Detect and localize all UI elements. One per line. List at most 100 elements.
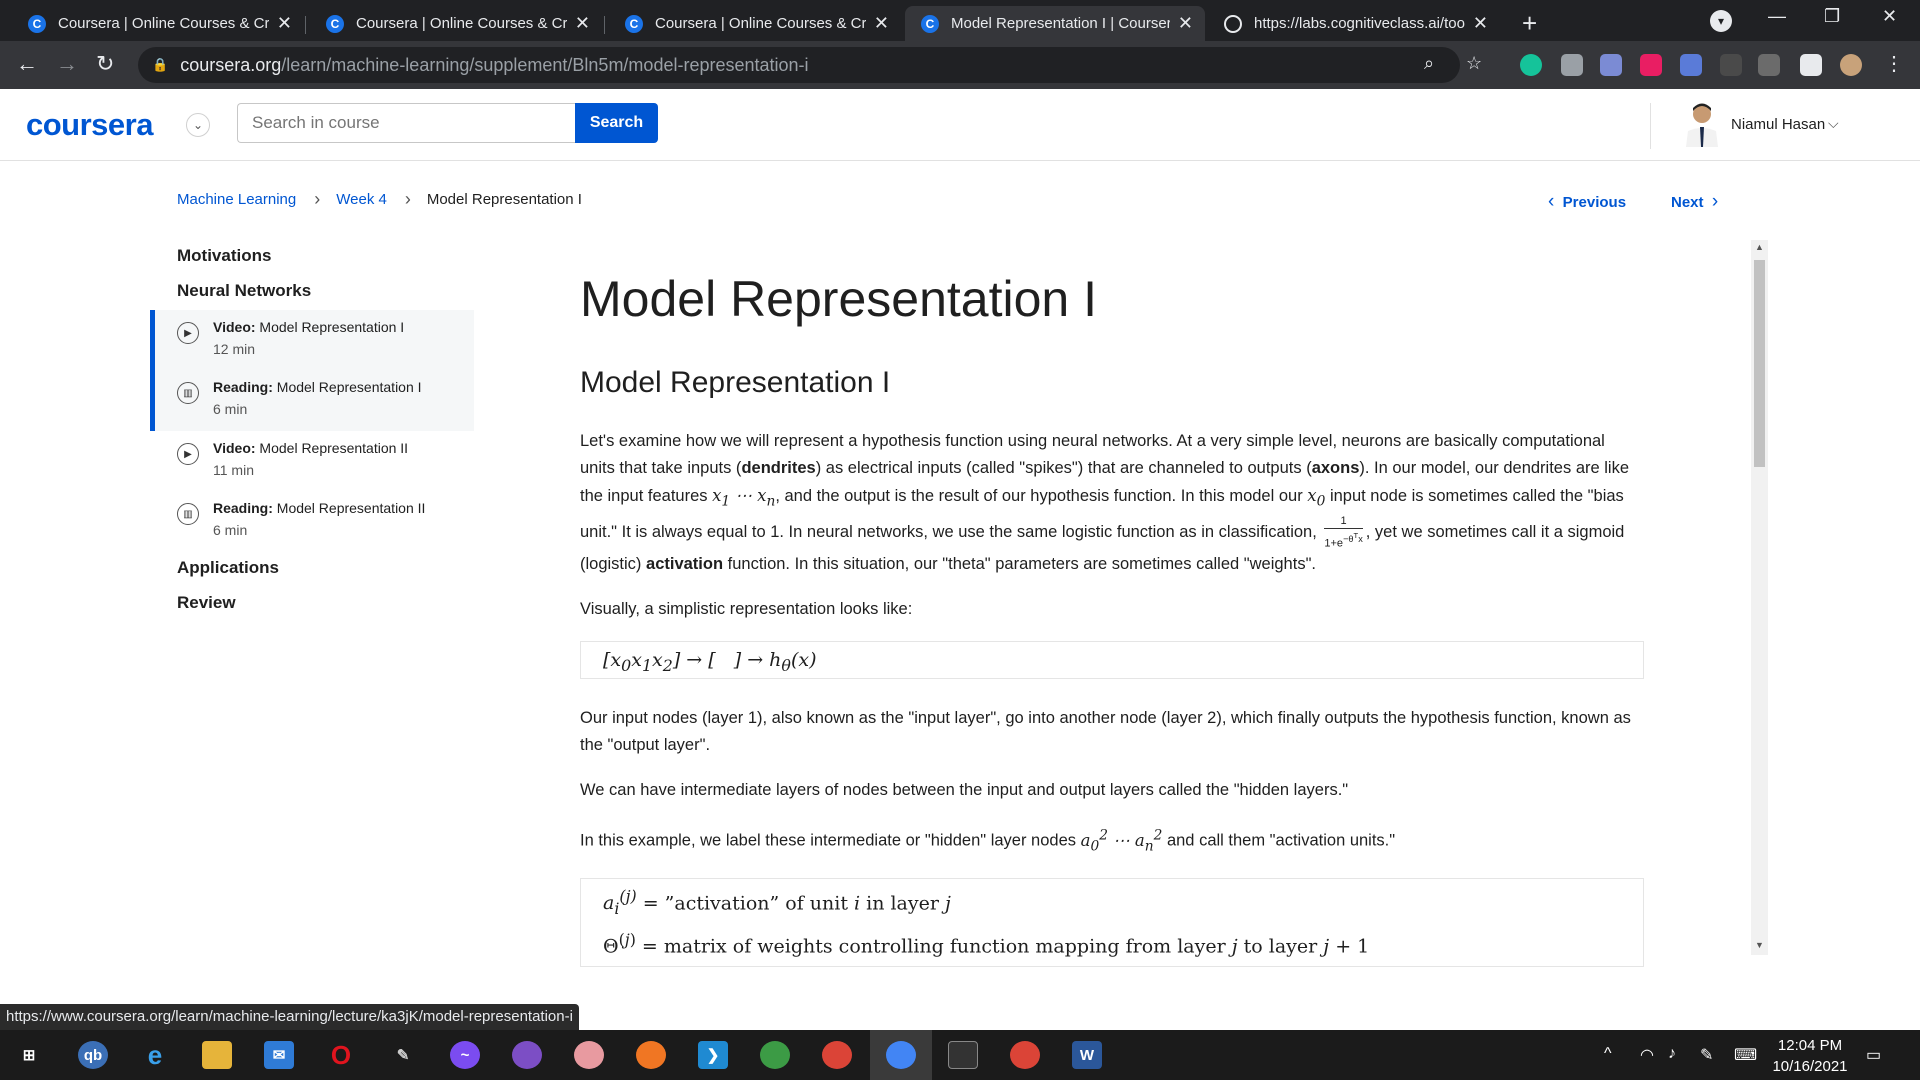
- close-tab-icon[interactable]: ✕: [575, 13, 590, 34]
- user-avatar[interactable]: [1682, 101, 1722, 147]
- browser-tab-2[interactable]: C Coursera | Online Courses & Credential…: [310, 6, 602, 41]
- item-type: Video:: [213, 319, 256, 335]
- pen-icon[interactable]: ✎: [1700, 1045, 1713, 1065]
- item-type: Reading:: [213, 500, 273, 516]
- scroll-down-icon[interactable]: ▼: [1755, 940, 1764, 950]
- next-button[interactable]: Next ›: [1671, 191, 1718, 213]
- browser-tab-bar: C Coursera | Online Courses & Credential…: [0, 0, 1920, 41]
- item-name: Model Representation II: [276, 500, 426, 516]
- close-tab-icon[interactable]: ✕: [1178, 13, 1193, 34]
- text: , and the output is the result of our hy…: [775, 487, 1308, 505]
- sidebar-section-applications[interactable]: Applications: [177, 558, 279, 578]
- github-desktop-icon[interactable]: [512, 1041, 542, 1069]
- zoom-icon[interactable]: ⌕: [1424, 53, 1434, 74]
- item-name: Model Representation I: [259, 319, 405, 335]
- search-input[interactable]: [237, 103, 575, 143]
- text: In this example, we label these intermed…: [580, 831, 1081, 850]
- pen-extension-icon[interactable]: [1758, 54, 1780, 76]
- app-icon[interactable]: qb: [78, 1041, 108, 1069]
- app-icon[interactable]: ✎: [388, 1041, 418, 1069]
- new-tab-plus-icon[interactable]: +: [1522, 8, 1537, 39]
- wifi-icon[interactable]: ◠: [1640, 1045, 1654, 1065]
- play-extension-icon[interactable]: [1640, 54, 1662, 76]
- browser-tab-active[interactable]: C Model Representation I | Coursera ✕: [905, 6, 1205, 41]
- math-block-network: [x0x1x2] → [ ] → hθ(x): [580, 641, 1644, 679]
- browser-tab-3[interactable]: C Coursera | Online Courses & Credential…: [609, 6, 901, 41]
- close-tab-icon[interactable]: ✕: [277, 13, 292, 34]
- chevron-down-icon[interactable]: ⌄: [186, 113, 210, 137]
- terminal-icon[interactable]: [948, 1041, 978, 1069]
- clock-time: 12:04 PM: [1777, 1037, 1843, 1054]
- browser-tab-1[interactable]: C Coursera | Online Courses & Credential…: [12, 6, 304, 41]
- tray-chevron-up-icon[interactable]: ^: [1604, 1045, 1612, 1063]
- tab-title: https://labs.cognitiveclass.ai/tools: [1254, 15, 1465, 32]
- url-path: /learn/machine-learning/supplement/Bln5m…: [281, 54, 809, 75]
- breadcrumb-week-link[interactable]: Week 4: [336, 191, 387, 208]
- windows-taskbar: ⊞ qb e ✉ O ✎ ~ ❯ W ^ ◠ ♪ ✎ ⌨ 12:04 PM 10…: [0, 1030, 1920, 1080]
- bookmark-star-icon[interactable]: ☆: [1466, 53, 1482, 74]
- paragraph-hidden-layers: We can have intermediate layers of nodes…: [580, 781, 1349, 799]
- browser-toolbar: ← → ↻ 🔒 coursera.org/learn/machine-learn…: [0, 41, 1920, 89]
- math-theta-def: Θ(j) = matrix of weights controlling fun…: [603, 929, 1370, 958]
- keyboard-icon[interactable]: ⌨: [1734, 1045, 1757, 1065]
- profile-avatar-icon[interactable]: [1840, 54, 1862, 76]
- extension-icon[interactable]: [1600, 54, 1622, 76]
- sidebar-section-neural-networks[interactable]: Neural Networks: [177, 281, 311, 301]
- vscode-icon[interactable]: ❯: [698, 1041, 728, 1069]
- reload-icon[interactable]: ↻: [96, 51, 114, 77]
- user-name[interactable]: Niamul Hasan: [1731, 116, 1825, 133]
- address-bar[interactable]: 🔒 coursera.org/learn/machine-learning/su…: [138, 47, 1482, 83]
- math-block-definitions: ai(j) = ”activation” of unit i in layer …: [580, 877, 1644, 968]
- app-icon[interactable]: [760, 1041, 790, 1069]
- chrome-icon[interactable]: [886, 1041, 916, 1069]
- browser-tab-5[interactable]: https://labs.cognitiveclass.ai/tools ✕: [1208, 6, 1500, 41]
- sidebar-section-motivations[interactable]: Motivations: [177, 246, 271, 266]
- firefox-icon[interactable]: [636, 1041, 666, 1069]
- download-extension-icon[interactable]: [1680, 54, 1702, 76]
- coursera-header: coursera ⌄ Search Niamul Hasan ⌵: [0, 89, 1920, 161]
- article-content: Model Representation I Model Representat…: [580, 270, 1644, 993]
- camera-extension-icon[interactable]: [1561, 54, 1583, 76]
- scrollbar-thumb[interactable]: [1754, 260, 1765, 467]
- tab-search-icon[interactable]: ▾: [1710, 10, 1732, 32]
- restore-icon[interactable]: ❐: [1824, 6, 1840, 27]
- opera-icon[interactable]: O: [326, 1040, 356, 1070]
- close-window-icon[interactable]: ✕: [1882, 6, 1897, 27]
- clock[interactable]: 12:04 PM 10/16/2021: [1768, 1035, 1852, 1077]
- file-explorer-icon[interactable]: [202, 1041, 232, 1069]
- sidebar-section-review[interactable]: Review: [177, 593, 236, 613]
- notification-icon[interactable]: ▭: [1866, 1045, 1881, 1065]
- breadcrumb-course-link[interactable]: Machine Learning: [177, 191, 296, 208]
- search-button[interactable]: Search: [575, 103, 658, 143]
- close-tab-icon[interactable]: ✕: [874, 13, 889, 34]
- next-label: Next: [1671, 193, 1704, 211]
- previous-button[interactable]: ‹ Previous: [1548, 191, 1626, 213]
- puzzle-extensions-icon[interactable]: [1800, 54, 1822, 76]
- coursera-logo[interactable]: coursera: [26, 107, 153, 143]
- chrome-icon[interactable]: [822, 1041, 852, 1069]
- edge-icon[interactable]: e: [140, 1040, 170, 1070]
- extension-icon[interactable]: [1720, 54, 1742, 76]
- minimize-icon[interactable]: —: [1768, 6, 1786, 27]
- back-arrow-icon[interactable]: ←: [16, 51, 38, 77]
- close-tab-icon[interactable]: ✕: [1473, 13, 1488, 34]
- chrome-icon[interactable]: [1010, 1041, 1040, 1069]
- windows-start-icon[interactable]: ⊞: [14, 1041, 44, 1069]
- forward-arrow-icon[interactable]: →: [56, 51, 78, 77]
- math-sigmoid-fraction: 1 1+e−θTx: [1324, 515, 1363, 550]
- page-title: Model Representation I: [580, 271, 1097, 327]
- section-heading: Model Representation I: [580, 366, 891, 399]
- app-icon[interactable]: [574, 1041, 604, 1069]
- word-icon[interactable]: W: [1072, 1041, 1102, 1069]
- volume-icon[interactable]: ♪: [1668, 1045, 1676, 1063]
- chevron-down-icon[interactable]: ⌵: [1828, 115, 1839, 132]
- menu-kebab-icon[interactable]: ⋮: [1884, 51, 1904, 76]
- grammarly-extension-icon[interactable]: [1520, 54, 1542, 76]
- content-scrollbar[interactable]: ▲ ▼: [1751, 240, 1768, 955]
- scroll-up-icon[interactable]: ▲: [1755, 242, 1764, 252]
- coursera-favicon-icon: C: [921, 14, 939, 33]
- messenger-icon[interactable]: ~: [450, 1041, 480, 1069]
- mail-icon[interactable]: ✉: [264, 1041, 294, 1069]
- globe-favicon-icon: [1224, 14, 1242, 33]
- item-type: Reading:: [213, 379, 273, 395]
